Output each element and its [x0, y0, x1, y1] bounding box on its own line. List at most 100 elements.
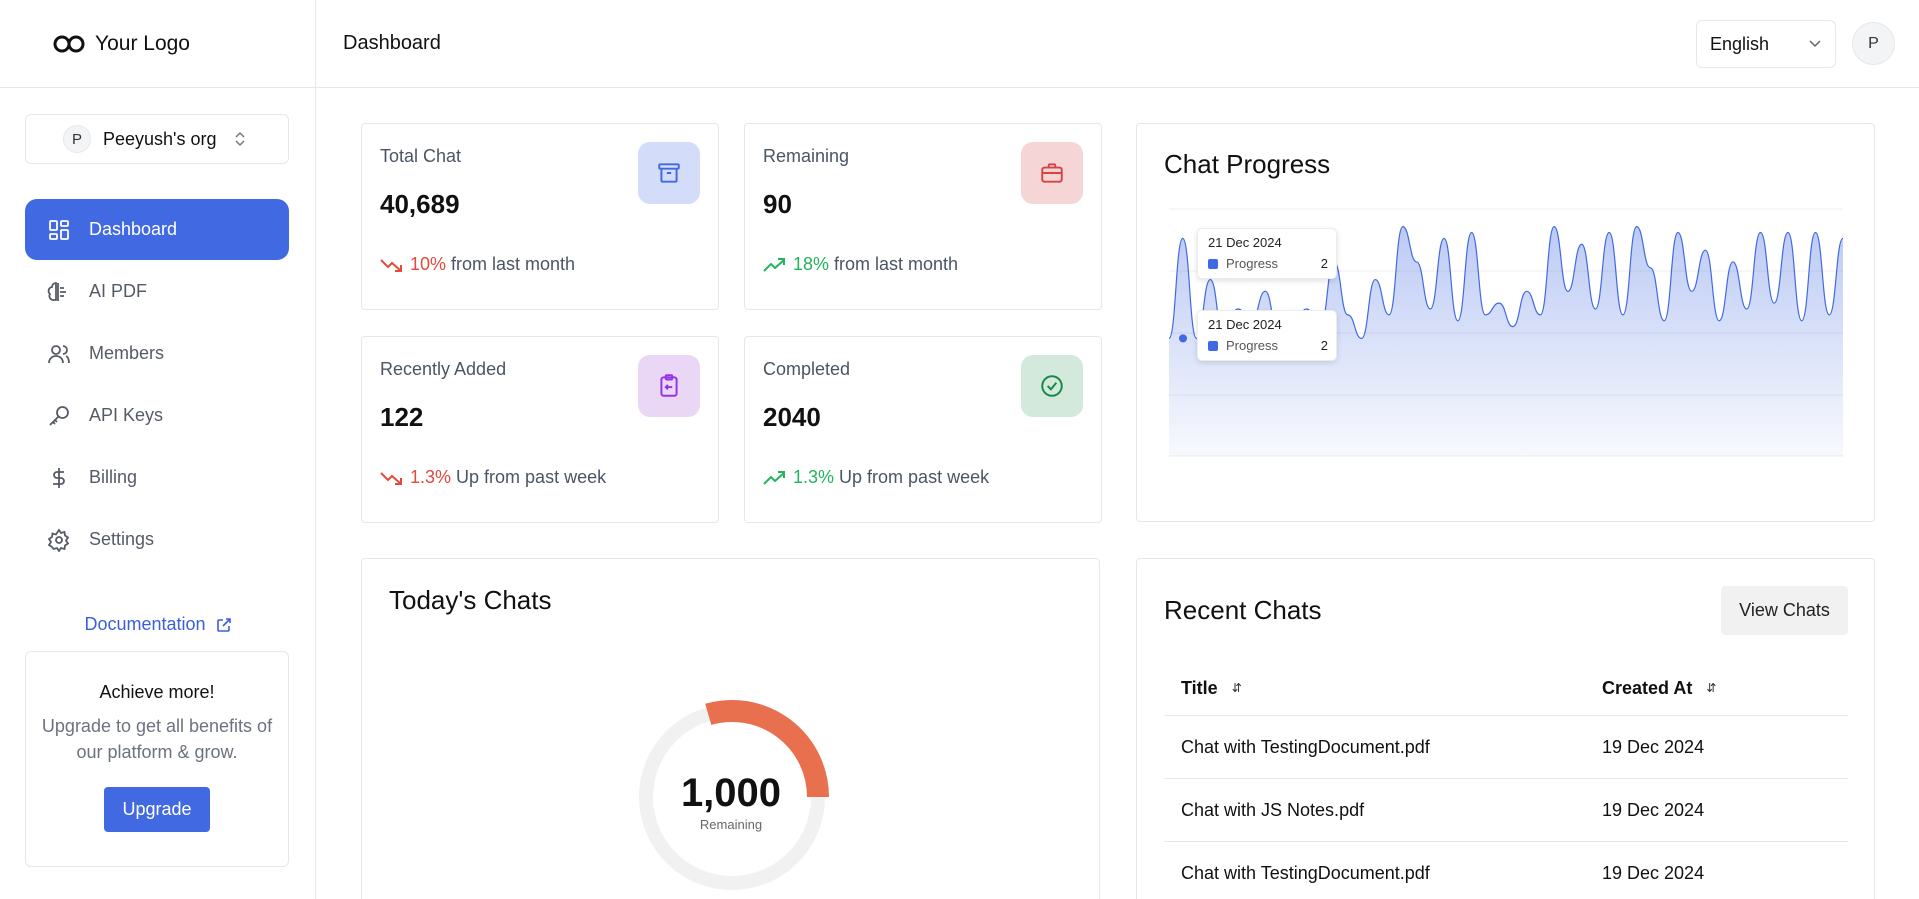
language-select[interactable]: English: [1696, 20, 1836, 68]
sidebar: Your Logo P Peeyush's org Dashboard AI P…: [0, 0, 316, 899]
stat-card-total-chat: Total Chat 40,689 10% from last month: [361, 123, 719, 310]
stat-icon-badge: [1021, 142, 1083, 204]
tooltip-series: Progress: [1226, 256, 1279, 271]
sidebar-item-settings[interactable]: Settings: [25, 509, 289, 570]
page-title: Dashboard: [343, 32, 441, 54]
sidebar-item-label: Settings: [89, 529, 155, 549]
table-row[interactable]: Chat with TestingDocument.pdf 19 Dec 202…: [1164, 716, 1848, 779]
upgrade-promo: Achieve more! Upgrade to get all benefit…: [25, 651, 289, 867]
stat-icon-badge: [1021, 355, 1083, 417]
column-header-label: Created At: [1602, 677, 1693, 698]
check-circle-icon: [1041, 375, 1063, 397]
stat-suffix: Up from past week: [456, 467, 607, 487]
promo-title: Achieve more!: [99, 682, 215, 702]
trend-up-icon: [763, 257, 785, 272]
stat-change: 1.3%: [793, 467, 835, 487]
chart-hover-point: [1179, 334, 1187, 343]
user-avatar[interactable]: P: [1852, 22, 1895, 65]
sidebar-item-label: Dashboard: [89, 219, 178, 239]
cell-title: Chat with TestingDocument.pdf: [1181, 862, 1430, 883]
table-row[interactable]: Chat with JS Notes.pdf 19 Dec 2024: [1164, 779, 1848, 842]
stat-trend: 10% from last month: [380, 254, 575, 275]
column-header-title[interactable]: Title ⇵: [1164, 678, 1602, 699]
tooltip-value: 2: [1320, 338, 1328, 353]
tooltip-swatch: [1208, 258, 1218, 269]
briefcase-icon: [1041, 163, 1063, 183]
sidebar-item-ai-pdf[interactable]: AI PDF: [25, 261, 289, 322]
remaining-label: Remaining: [699, 817, 763, 832]
logo-icon: [53, 35, 85, 52]
stat-value: 122: [380, 402, 424, 432]
tooltip-date: 21 Dec 2024: [1208, 235, 1282, 250]
remaining-value: 1,000: [680, 771, 782, 815]
cell-title: Chat with TestingDocument.pdf: [1181, 736, 1430, 757]
stat-suffix: from last month: [451, 254, 576, 274]
stat-trend: 1.3% Up from past week: [380, 467, 606, 488]
documentation-link[interactable]: Documentation: [0, 614, 316, 635]
grid-icon: [49, 219, 69, 240]
sort-icon[interactable]: ⇵: [1706, 681, 1716, 695]
tooltip-value: 2: [1320, 256, 1328, 271]
org-avatar: P: [63, 125, 91, 153]
sort-icon[interactable]: ⇵: [1232, 681, 1242, 695]
stat-change: 18%: [793, 254, 830, 274]
chevron-up-down-icon: [234, 131, 245, 147]
recent-chats-card: Recent Chats View Chats Title ⇵ Created …: [1136, 558, 1875, 899]
archive-icon: [658, 163, 680, 183]
stat-icon-badge: [638, 355, 700, 417]
stat-value: 40,689: [380, 189, 460, 219]
sidebar-item-members[interactable]: Members: [25, 323, 289, 384]
cell-created-at: 19 Dec 2024: [1602, 862, 1705, 883]
sidebar-item-dashboard[interactable]: Dashboard: [25, 199, 289, 260]
stat-change: 1.3%: [410, 467, 452, 487]
stat-change: 10%: [410, 254, 447, 274]
brain-icon: [47, 281, 66, 301]
sidebar-item-label: Members: [89, 343, 165, 363]
key-icon: [49, 405, 69, 426]
cell-title: Chat with JS Notes.pdf: [1181, 799, 1365, 820]
users-icon: [48, 344, 70, 363]
stat-value: 90: [763, 189, 792, 219]
tooltip-date: 21 Dec 2024: [1208, 317, 1282, 332]
view-chats-button[interactable]: View Chats: [1721, 586, 1848, 635]
chat-progress-card: Chat Progress 21 Dec 2024 Progress 2 21 …: [1136, 123, 1875, 606]
sidebar-nav: Dashboard AI PDF Members API Keys Billin…: [25, 199, 289, 571]
column-header-created-at[interactable]: Created At ⇵: [1602, 678, 1848, 699]
upgrade-button[interactable]: Upgrade: [104, 787, 210, 832]
external-link-icon: [216, 617, 231, 632]
table-header: Title ⇵ Created At ⇵: [1164, 661, 1848, 716]
sidebar-item-label: API Keys: [89, 405, 164, 425]
trend-down-icon: [380, 471, 402, 485]
column-header-label: Title: [1181, 677, 1218, 698]
org-switcher[interactable]: P Peeyush's org: [25, 114, 289, 164]
stat-label: Remaining: [763, 146, 850, 166]
stat-card-completed: Completed 2040 1.3% Up from past week: [744, 336, 1102, 523]
trend-down-icon: [380, 258, 402, 272]
top-header: Dashboard English P: [316, 0, 1919, 88]
sidebar-item-api-keys[interactable]: API Keys: [25, 385, 289, 446]
tooltip-row: Progress 2: [1208, 338, 1328, 353]
logo[interactable]: Your Logo: [0, 0, 315, 88]
sidebar-item-label: Billing: [89, 467, 138, 487]
stat-suffix: from last month: [834, 254, 959, 274]
cell-created-at: 19 Dec 2024: [1602, 736, 1705, 757]
clipboard-icon: [660, 374, 678, 397]
dollar-icon: [53, 467, 65, 488]
stat-value: 2040: [763, 402, 821, 432]
chart-tooltip: 21 Dec 2024 Progress 2: [1197, 310, 1337, 361]
stat-trend: 1.3% Up from past week: [763, 467, 989, 488]
stat-suffix: Up from past week: [839, 467, 990, 487]
logo-text: Your Logo: [95, 31, 190, 55]
sidebar-item-billing[interactable]: Billing: [25, 447, 289, 508]
table-row[interactable]: Chat with TestingDocument.pdf 19 Dec 202…: [1164, 842, 1848, 899]
cell-created-at: 19 Dec 2024: [1602, 799, 1705, 820]
org-name: Peeyush's org: [103, 128, 217, 149]
promo-text: Upgrade to get all benefits of our platf…: [41, 716, 273, 762]
stat-label: Recently Added: [380, 359, 507, 379]
tooltip-series: Progress: [1226, 338, 1279, 353]
trend-up-icon: [763, 470, 785, 485]
sidebar-item-label: AI PDF: [89, 281, 148, 301]
tooltip-swatch: [1208, 340, 1218, 351]
chart-tooltip: 21 Dec 2024 Progress 2: [1197, 228, 1337, 279]
todays-chats-card: Today's Chats 1,000 Remaining: [361, 558, 1100, 899]
